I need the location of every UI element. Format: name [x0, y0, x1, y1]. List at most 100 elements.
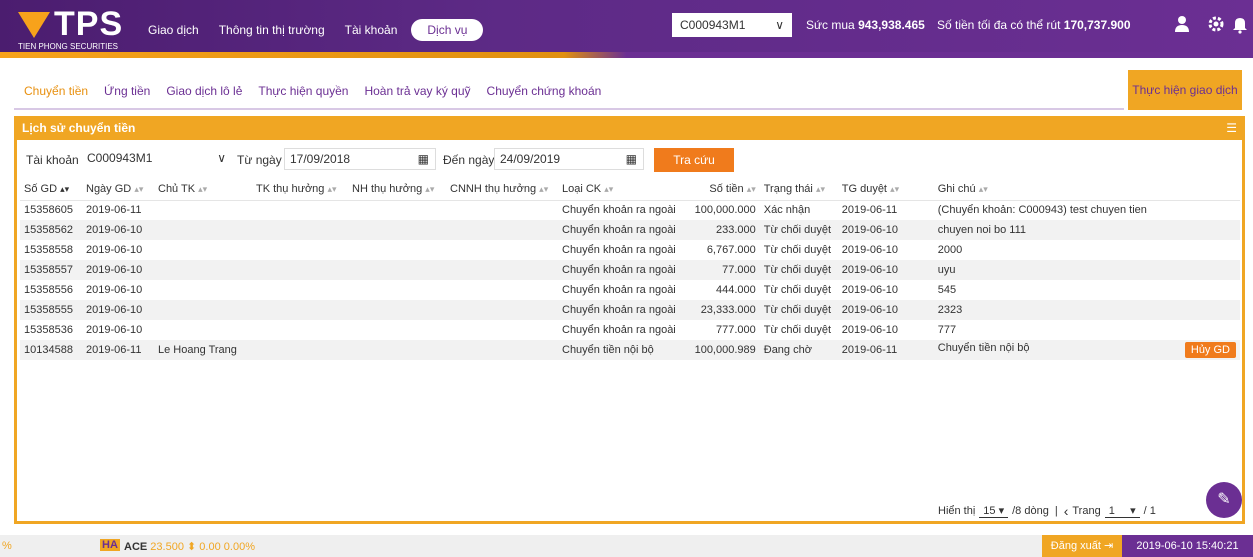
- col-label: Ngày GD: [86, 182, 132, 195]
- to-date-input[interactable]: 24/09/2019 ▦: [494, 148, 644, 170]
- bell-icon[interactable]: [1232, 14, 1248, 34]
- col-label: Loại CK: [562, 182, 602, 195]
- logout-icon: ⇥: [1104, 540, 1114, 552]
- tab-chuyen-chung-khoan[interactable]: Chuyển chứng khoán: [487, 84, 602, 98]
- col-label: Chủ TK: [158, 182, 196, 195]
- cell: 10134588: [20, 340, 82, 360]
- table-row[interactable]: 15358556 2019-06-10 Chuyển khoản ra ngoài 4…: [20, 280, 1240, 300]
- cell: [252, 260, 348, 280]
- cell: Chuyển tiền nội bộ Hủy GD: [933, 340, 1240, 360]
- col-loai-ck[interactable]: Loại CK ▴▾: [558, 178, 680, 201]
- cell: 545: [937, 284, 957, 296]
- col-ngay-gd[interactable]: Ngày GD ▴▾: [82, 178, 154, 201]
- col-ghi-chu[interactable]: Ghi chú ▴▾: [933, 178, 1240, 201]
- chevron-left-icon[interactable]: ‹: [1064, 503, 1069, 519]
- withdrawable-cash: Số tiền tối đa có thể rút 170,737.900: [937, 18, 1131, 32]
- chevron-down-icon: ∨: [217, 151, 226, 165]
- nav-dich-vu[interactable]: Dịch vụ: [411, 19, 484, 41]
- logo-triangle-icon: [18, 12, 50, 38]
- cell: [252, 340, 348, 360]
- cell: [348, 200, 446, 220]
- ticker-price: 23.500: [150, 541, 184, 553]
- tab-giao-dich-lo-le[interactable]: Giao dịch lô lẻ: [166, 84, 242, 98]
- nav-giao-dich[interactable]: Giao dịch: [148, 23, 199, 37]
- col-so-tien[interactable]: Số tiền ▴▾: [679, 178, 760, 201]
- col-tk-thu-huong[interactable]: TK thụ hưởng ▴▾: [252, 178, 348, 201]
- divider: |: [1054, 505, 1058, 517]
- tab-ung-tien[interactable]: Ứng tiền: [104, 84, 150, 98]
- sort-icon: ▴▾: [890, 183, 900, 194]
- cell: 23,333.000: [679, 300, 760, 320]
- col-tg-duyet[interactable]: TG duyệt ▴▾: [837, 178, 934, 201]
- table-row[interactable]: 15358536 2019-06-10 Chuyển khoản ra ngoài 7…: [20, 320, 1240, 340]
- cell: 2019-06-10: [82, 300, 154, 320]
- calendar-icon[interactable]: ▦: [418, 149, 429, 169]
- col-chu-tk[interactable]: Chủ TK ▴▾: [154, 178, 252, 201]
- user-icon[interactable]: [1172, 14, 1192, 34]
- panel-title: Lịch sử chuyển tiền: [22, 121, 136, 135]
- page-select[interactable]: 1 ▾: [1104, 504, 1140, 518]
- col-trang-thai[interactable]: Trạng thái ▴▾: [759, 178, 838, 201]
- table-row[interactable]: 15358557 2019-06-10 Chuyển khoản ra ngoài 7…: [20, 260, 1240, 280]
- to-date-label: Đến ngày: [443, 153, 495, 167]
- search-button[interactable]: Tra cứu: [654, 148, 734, 172]
- table-row[interactable]: 15358605 2019-06-11 Chuyển khoản ra ngoài 1…: [20, 200, 1240, 220]
- tab-thuc-hien-quyen[interactable]: Thực hiện quyền: [258, 84, 348, 98]
- table-row[interactable]: 15358562 2019-06-10 Chuyển khoản ra ngoài 2…: [20, 220, 1240, 240]
- tps-logo[interactable]: TPS TIEN PHONG SECURITIES: [18, 6, 128, 52]
- cell: Từ chối duyệt: [763, 324, 832, 336]
- row-count: /8 dòng: [1012, 505, 1049, 517]
- sort-icon: ▴▾: [198, 183, 208, 194]
- cell: [348, 320, 446, 340]
- notes-fab-icon[interactable]: ✎: [1206, 482, 1242, 518]
- table-row[interactable]: 10134588 2019-06-11 Le Hoang Trang Chuyển t…: [20, 340, 1240, 360]
- cell: (Chuyển khoản: C000943) test chuyen tien: [937, 204, 1147, 217]
- cell: Xác nhận: [763, 204, 811, 217]
- col-label: NH thụ hưởng: [352, 182, 423, 195]
- from-date-label: Từ ngày: [237, 153, 282, 167]
- cell: 2000: [937, 244, 963, 256]
- col-label: TK thụ hưởng: [256, 182, 325, 195]
- logout-button[interactable]: Đăng xuất ⇥: [1042, 535, 1122, 557]
- cancel-transaction-button[interactable]: Hủy GD: [1184, 342, 1236, 358]
- sort-icon: ▴▾: [604, 183, 614, 194]
- cell: chuyen noi bo 111: [933, 220, 1240, 240]
- cell: Chuyển khoản ra ngoài: [562, 204, 676, 217]
- cell: 2019-06-10: [841, 284, 899, 296]
- tab-hoan-tra-vay-ky-quy[interactable]: Hoàn trả vay ký quỹ: [364, 84, 470, 98]
- execute-transaction-button[interactable]: Thực hiện giao dịch: [1128, 70, 1242, 110]
- filter-bar: Tài khoản C000943M1 ∨ Từ ngày 17/09/2018…: [24, 146, 1234, 172]
- from-date-input[interactable]: 17/09/2018 ▦: [284, 148, 436, 170]
- cell: 444.000: [715, 284, 756, 296]
- sort-icon: ▴▾: [539, 183, 549, 194]
- col-label: Ghi chú: [937, 182, 976, 195]
- ticker: ACE 23.500 ⬍ 0.00 0.00%: [124, 540, 255, 553]
- table-row[interactable]: 15358558 2019-06-10 Chuyển khoản ra ngoài 6…: [20, 240, 1240, 260]
- col-nh-thu-huong[interactable]: NH thụ hưởng ▴▾: [348, 178, 446, 201]
- chevron-down-icon: ∨: [775, 18, 784, 32]
- nav-tai-khoan[interactable]: Tài khoản: [345, 23, 398, 37]
- list-menu-icon[interactable]: ☰: [1226, 121, 1237, 135]
- page-size-select[interactable]: 15 ▾: [979, 504, 1009, 518]
- cell: [252, 280, 348, 300]
- nav-thong-tin-thi-truong[interactable]: Thông tin thị trường: [219, 23, 325, 37]
- buying-power-label: Sức mua: [806, 18, 855, 32]
- cell: [154, 220, 252, 240]
- cell: 15358605: [24, 204, 73, 217]
- col-cnnh-thu-huong[interactable]: CNNH thụ hưởng ▴▾: [446, 178, 558, 201]
- buying-power-value: 943,938.465: [858, 18, 925, 32]
- cell: Chuyển khoản ra ngoài: [562, 324, 676, 336]
- table-header-row: Số GD ▴▾ Ngày GD ▴▾ Chủ TK ▴▾ TK thụ hưở…: [20, 178, 1240, 201]
- cell: Chuyển khoản ra ngoài: [562, 244, 676, 256]
- cell: 2019-06-10: [837, 220, 934, 240]
- account-select[interactable]: C000943M1 ∨: [672, 13, 792, 37]
- col-so-gd[interactable]: Số GD ▴▾: [20, 178, 82, 201]
- account-select-value: C000943M1: [680, 18, 746, 32]
- cell: [348, 340, 446, 360]
- calendar-icon[interactable]: ▦: [626, 149, 637, 169]
- gear-icon[interactable]: [1206, 14, 1226, 34]
- table-row[interactable]: 15358555 2019-06-10 Chuyển khoản ra ngoài 2…: [20, 300, 1240, 320]
- account-filter-select[interactable]: C000943M1 ∨: [82, 148, 232, 170]
- tab-chuyen-tien[interactable]: Chuyển tiền: [24, 84, 88, 98]
- cell: 77.000: [679, 260, 760, 280]
